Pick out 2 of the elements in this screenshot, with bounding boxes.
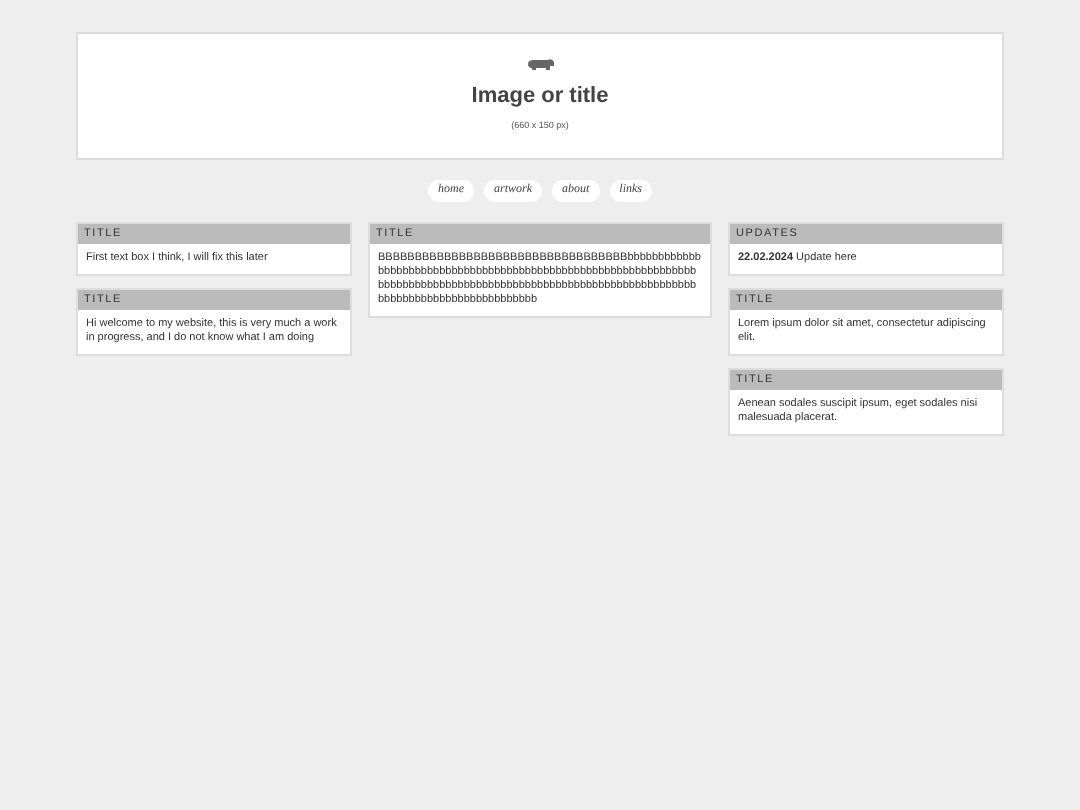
page-title: Image or title [471,81,609,112]
hippo-icon [525,57,555,72]
